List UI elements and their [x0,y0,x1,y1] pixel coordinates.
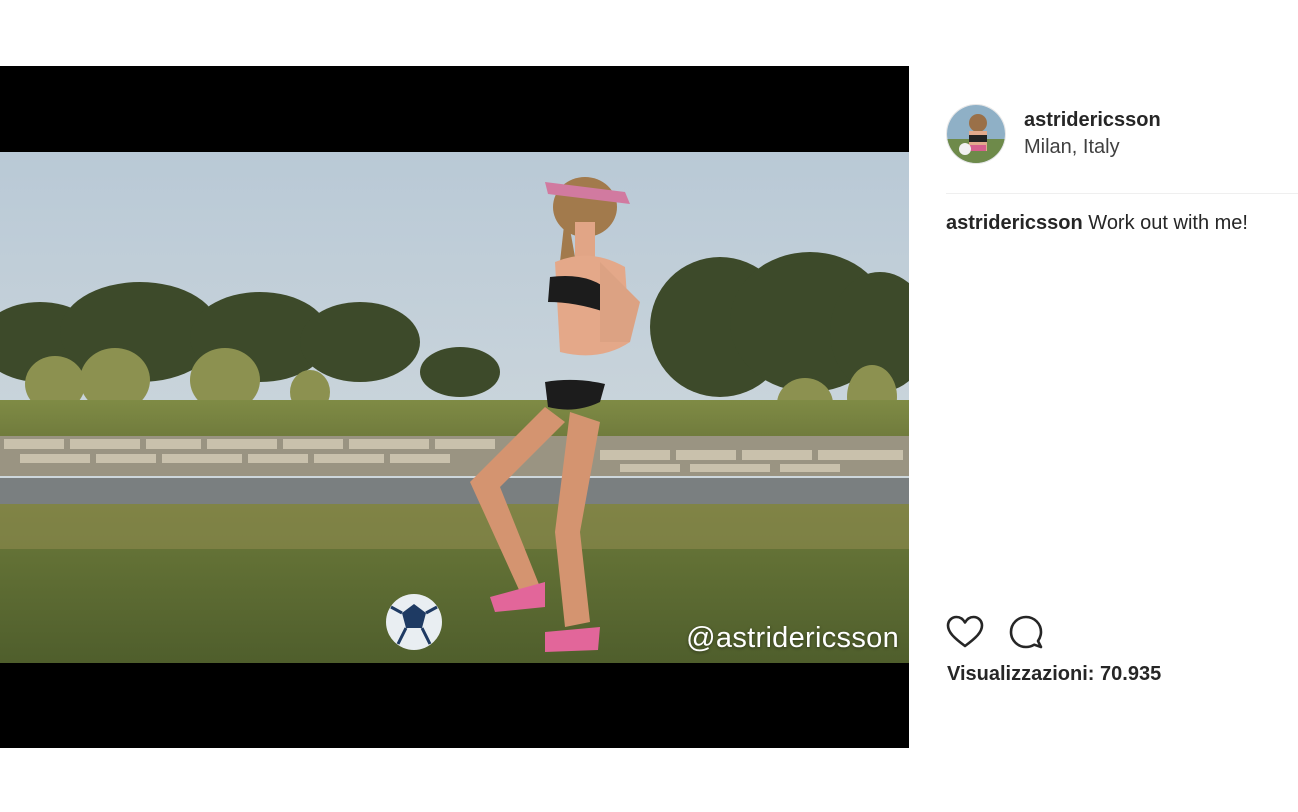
view-count: Visualizzazioni: 70.935 [947,663,1161,686]
location-link[interactable]: Milan, Italy [1024,134,1161,161]
video-watermark: @astridericsson [686,622,899,654]
comment-button[interactable] [1008,612,1048,652]
caption-text: Work out with me! [1088,212,1248,234]
view-count-label: Visualizzazioni: [947,663,1095,685]
comment-icon [1009,615,1043,649]
post-header: astridericsson Milan, Italy [946,102,1298,166]
divider [946,193,1298,194]
avatar-image [947,105,1005,163]
post-sidebar: astridericsson Milan, Italy astridericss… [909,66,1298,748]
avatar[interactable] [946,104,1006,164]
heart-icon [946,615,984,648]
post-caption: astridericsson Work out with me! [946,212,1286,235]
video-still [0,152,909,663]
video-frame[interactable]: @astridericsson [0,152,909,663]
video-player[interactable]: @astridericsson [0,66,909,748]
like-button[interactable] [946,612,986,652]
view-count-value: 70.935 [1100,663,1162,685]
caption-username-link[interactable]: astridericsson [946,212,1083,234]
action-bar [946,612,1070,652]
username-link[interactable]: astridericsson [1024,107,1161,134]
